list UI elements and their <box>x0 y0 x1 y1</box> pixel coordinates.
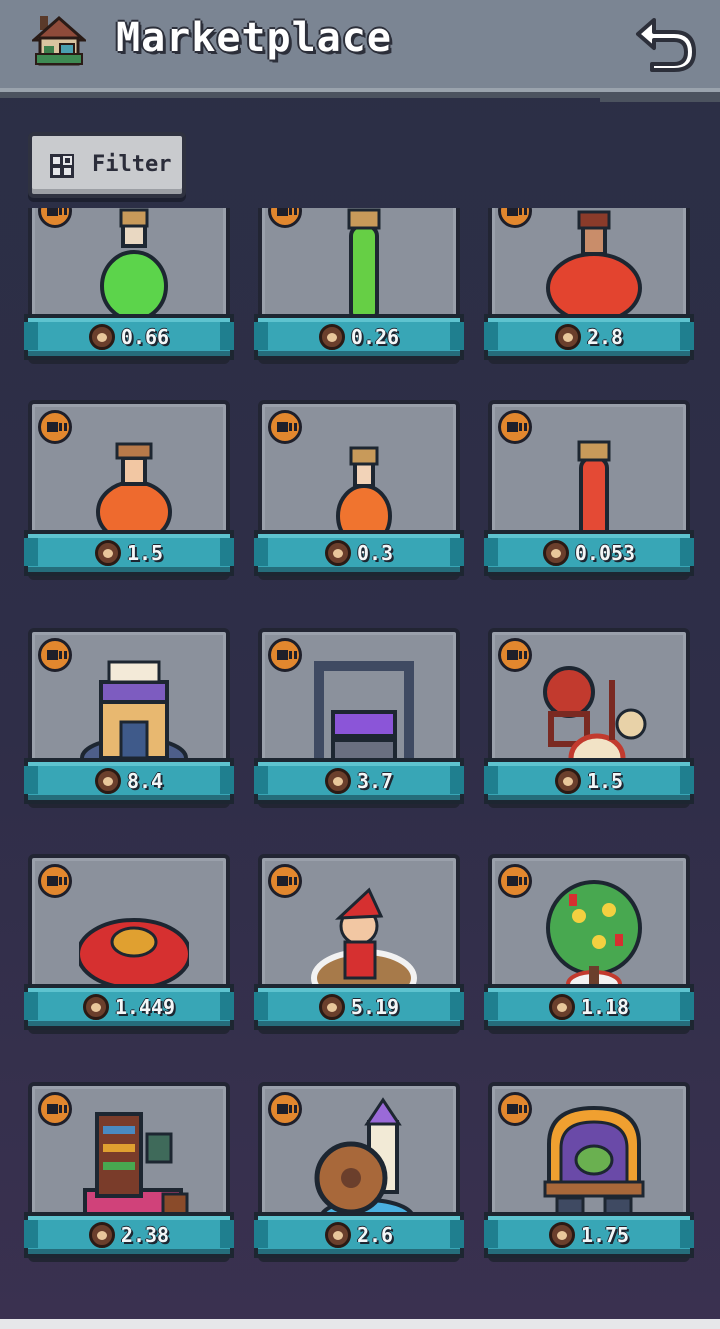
price-value: 3.7 <box>356 769 394 793</box>
bear-coin-icon <box>324 540 351 566</box>
nft-badge-icon <box>38 410 72 444</box>
price-tag: 3.7 <box>254 762 464 800</box>
price-tag: 5.19 <box>254 988 464 1026</box>
house-shop-icon <box>32 16 86 66</box>
item-card-orange-round-flask-potion[interactable]: 1.5 <box>24 400 234 604</box>
grid-filter-icon <box>50 154 74 178</box>
header-bar: Marketplace <box>0 0 720 98</box>
nft-badge-icon <box>268 1092 302 1126</box>
price-tag: 0.053 <box>484 534 694 572</box>
nft-badge-icon <box>38 1092 72 1126</box>
nft-badge-icon <box>268 638 302 672</box>
price-tag: 1.75 <box>484 1216 694 1254</box>
price-tag: 2.6 <box>254 1216 464 1254</box>
price-tag: 1.5 <box>24 534 234 572</box>
item-card-watermill-tower[interactable]: 2.6 <box>254 1082 464 1286</box>
filter-button[interactable]: Filter <box>28 132 186 198</box>
bear-coin-icon <box>94 540 121 566</box>
nft-badge-icon <box>498 1092 532 1126</box>
nft-badge-icon <box>498 410 532 444</box>
price-value: 8.4 <box>126 769 164 793</box>
bear-coin-icon <box>554 324 581 350</box>
price-value: 5.19 <box>350 995 400 1019</box>
item-card-lion-dance-drum-stage[interactable]: 1.5 <box>484 628 694 832</box>
price-value: 2.6 <box>356 1223 394 1247</box>
item-card-green-round-potion[interactable]: 0.66 <box>24 208 234 388</box>
nft-badge-icon <box>498 864 532 898</box>
filter-label: Filter <box>92 152 172 177</box>
bear-coin-icon <box>94 768 121 794</box>
price-tag: 8.4 <box>24 762 234 800</box>
bear-coin-icon <box>82 994 109 1020</box>
price-tag: 2.8 <box>484 318 694 356</box>
price-value: 1.5 <box>126 541 164 565</box>
price-tag: 0.66 <box>24 318 234 356</box>
nft-badge-icon <box>38 638 72 672</box>
price-value: 2.8 <box>586 325 624 349</box>
item-card-arcade-cauldron-stage[interactable]: 1.75 <box>484 1082 694 1286</box>
item-card-red-large-flask-potion[interactable]: 2.8 <box>484 208 694 388</box>
price-tag: 0.3 <box>254 534 464 572</box>
price-tag: 1.449 <box>24 988 234 1026</box>
price-value: 1.18 <box>580 995 630 1019</box>
price-value: 1.449 <box>114 995 176 1019</box>
nft-badge-icon <box>498 638 532 672</box>
bear-coin-icon <box>548 994 575 1020</box>
header-notch <box>600 92 720 102</box>
bear-coin-icon <box>318 994 345 1020</box>
price-value: 0.053 <box>574 541 636 565</box>
price-tag: 1.18 <box>484 988 694 1026</box>
price-tag: 2.38 <box>24 1216 234 1254</box>
bear-coin-icon <box>542 540 569 566</box>
price-value: 1.75 <box>580 1223 630 1247</box>
item-card-green-vial-potion[interactable]: 0.26 <box>254 208 464 388</box>
bottom-strip <box>0 1319 720 1329</box>
nft-badge-icon <box>268 864 302 898</box>
price-tag: 1.5 <box>484 762 694 800</box>
price-value: 1.5 <box>586 769 624 793</box>
price-value: 0.3 <box>356 541 394 565</box>
bear-coin-icon <box>88 324 115 350</box>
item-card-red-vial-potion[interactable]: 0.053 <box>484 400 694 604</box>
price-tag: 0.26 <box>254 318 464 356</box>
nft-badge-icon <box>268 410 302 444</box>
page-title: Marketplace <box>116 15 392 61</box>
item-card-fortune-money-tree[interactable]: 1.18 <box>484 854 694 1058</box>
bear-coin-icon <box>548 1222 575 1248</box>
item-card-orange-small-potion[interactable]: 0.3 <box>254 400 464 604</box>
item-card-christmas-character-stage[interactable]: 5.19 <box>254 854 464 1058</box>
price-value: 2.38 <box>120 1223 170 1247</box>
bear-coin-icon <box>324 768 351 794</box>
item-card-magic-library-building[interactable]: 8.4 <box>24 628 234 832</box>
back-arrow-icon[interactable] <box>632 12 698 74</box>
item-card-study-room-bookshelf[interactable]: 2.38 <box>24 1082 234 1286</box>
nft-badge-icon <box>38 864 72 898</box>
price-value: 0.66 <box>120 325 170 349</box>
bear-coin-icon <box>324 1222 351 1248</box>
bear-coin-icon <box>554 768 581 794</box>
item-card-hotpot-banquet-table[interactable]: 1.449 <box>24 854 234 1058</box>
bear-coin-icon <box>88 1222 115 1248</box>
item-grid[interactable]: 0.66 0.26 2.8 1.5 0.3 0.053 8.4 3.7 1.5 1.449 5.19… <box>0 208 720 1320</box>
item-card-conveyor-workshop-building[interactable]: 3.7 <box>254 628 464 832</box>
price-value: 0.26 <box>350 325 400 349</box>
bear-coin-icon <box>318 324 345 350</box>
